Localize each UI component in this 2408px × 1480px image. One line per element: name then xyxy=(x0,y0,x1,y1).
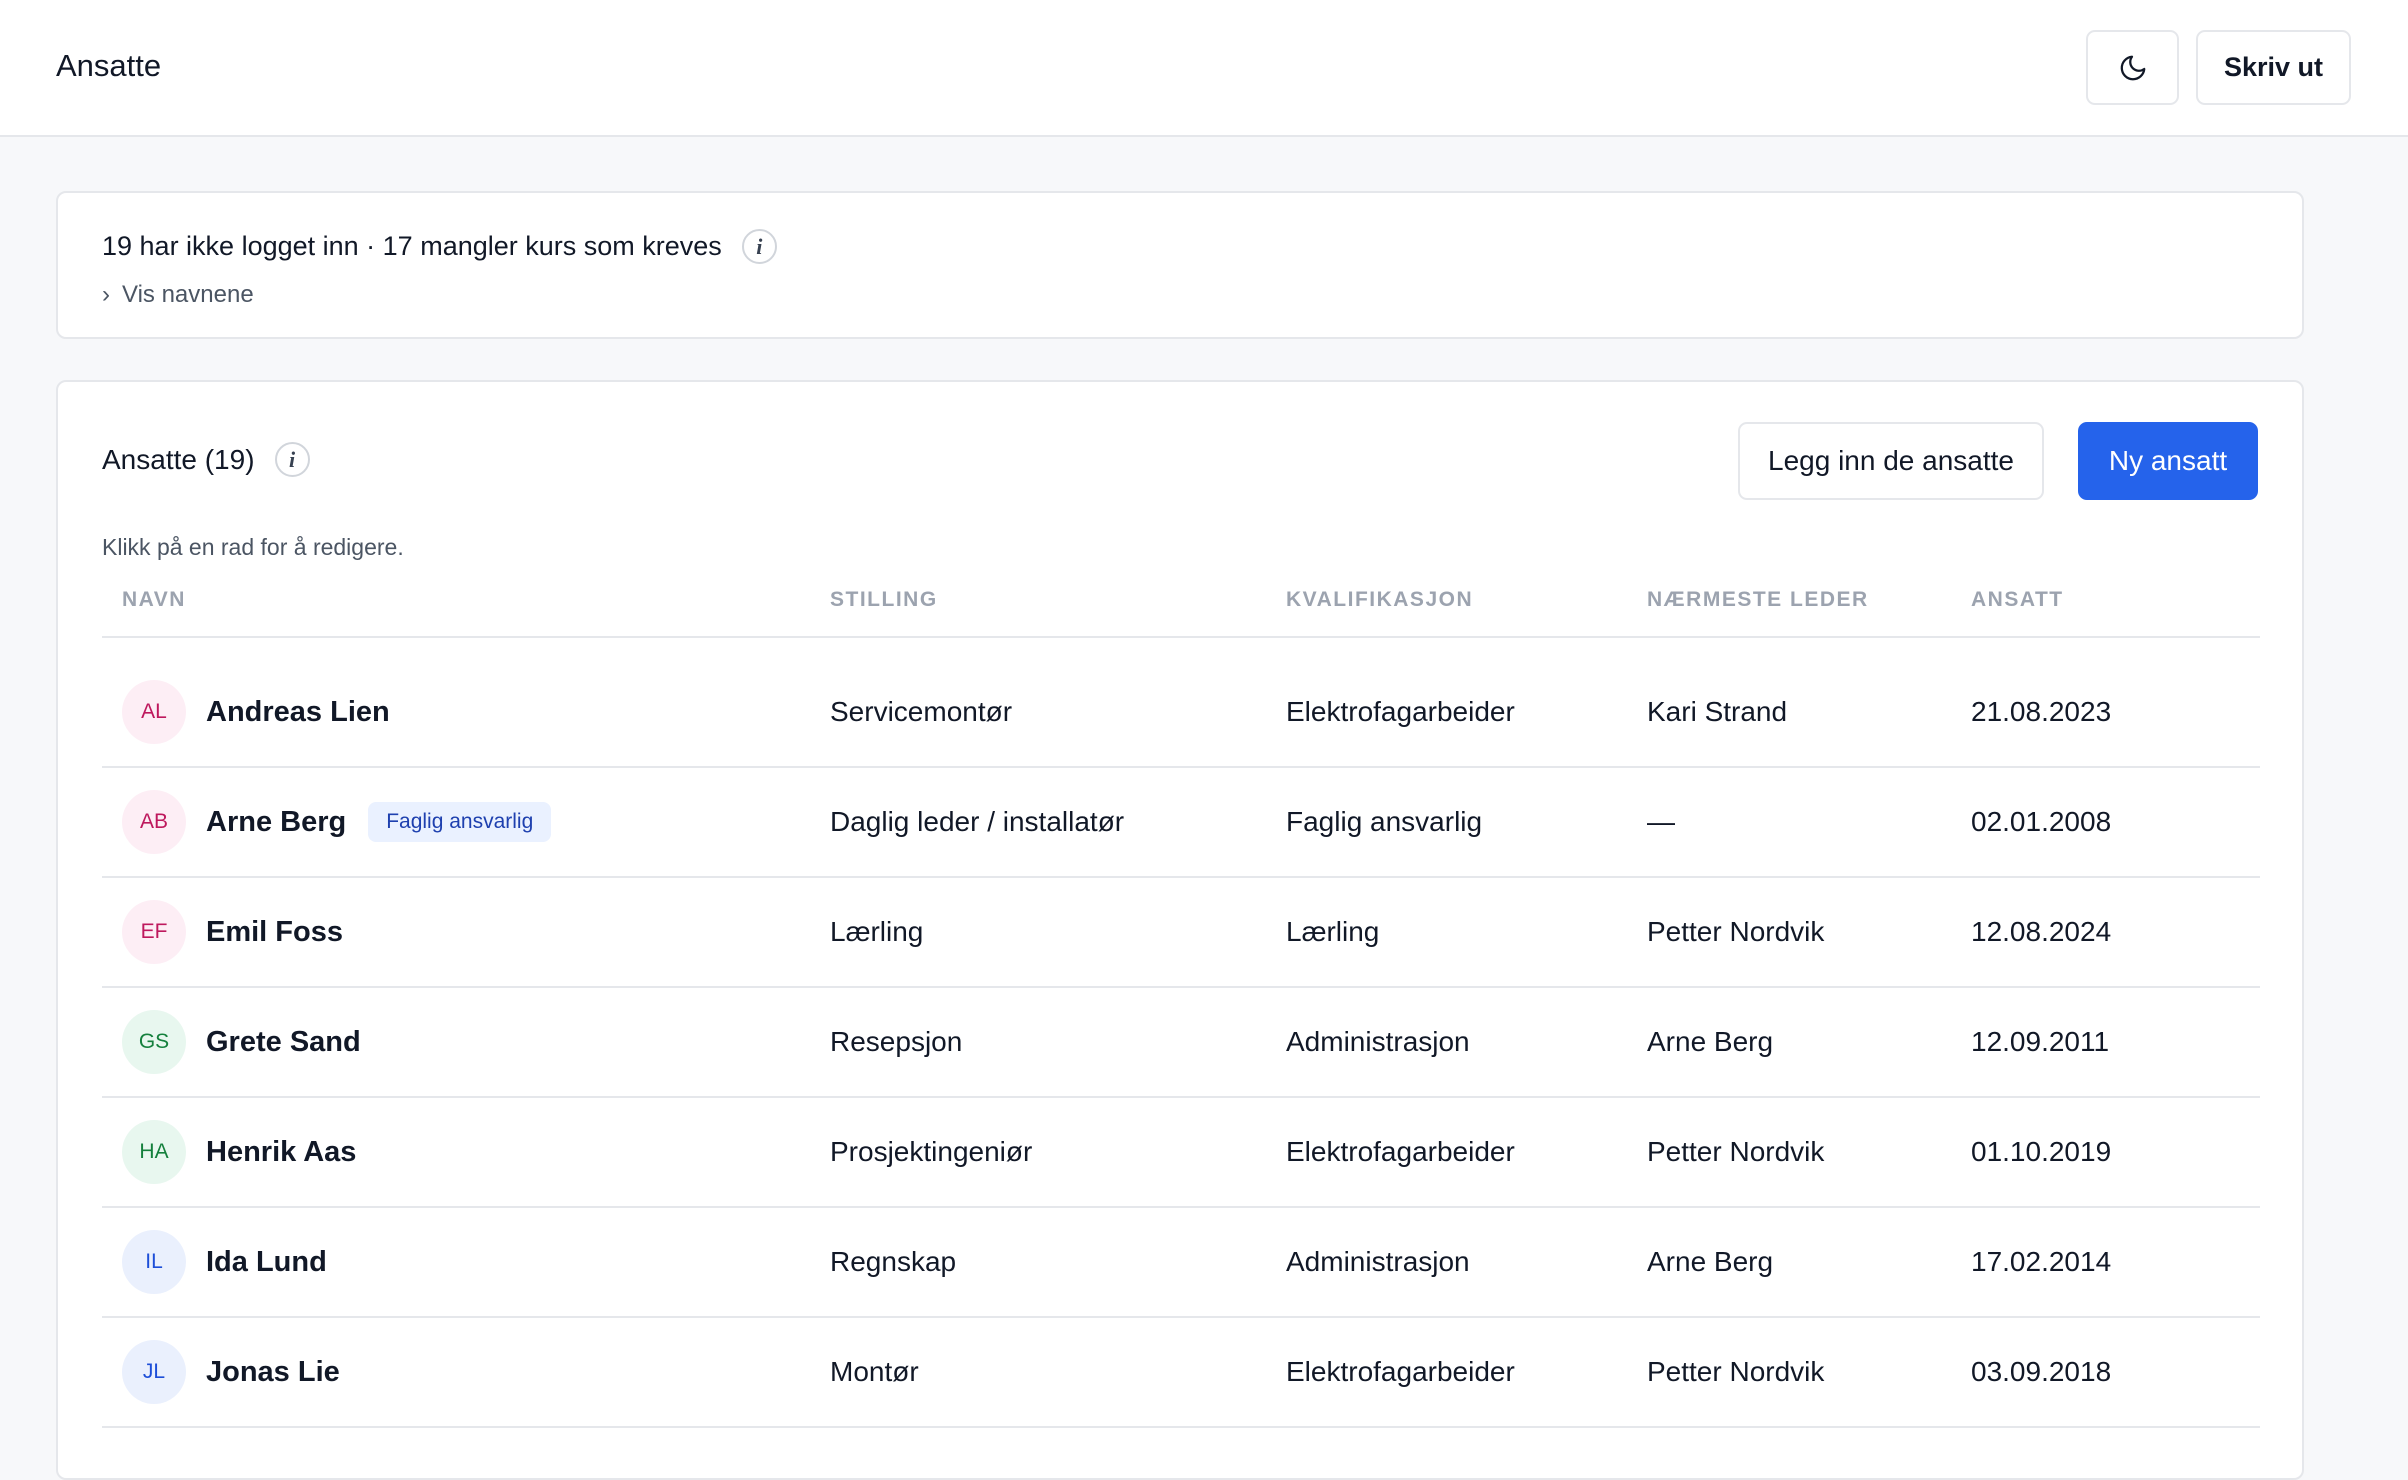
employee-name: Andreas Lien xyxy=(206,695,390,728)
hired-date-cell: 12.08.2024 xyxy=(1971,916,2112,947)
column-header-name[interactable]: NAVN xyxy=(122,588,186,612)
avatar: JL xyxy=(122,1340,186,1404)
hired-date-cell: 02.01.2008 xyxy=(1971,806,2112,837)
info-icon[interactable]: i xyxy=(274,442,310,477)
show-names-label: Vis navnene xyxy=(122,281,254,308)
position-cell: Daglig leder / installatør xyxy=(830,806,1125,837)
summary-text: 19 har ikke logget inn · 17 mangler kurs… xyxy=(102,231,722,261)
print-button[interactable]: Skriv ut xyxy=(2196,30,2351,105)
position-cell: Resepsjon xyxy=(830,1026,963,1057)
table-row[interactable]: GS Grete Sand Resepsjon Administrasjon A… xyxy=(102,988,2260,1098)
moon-icon xyxy=(2120,55,2145,80)
bulk-add-employees-button[interactable]: Legg inn de ansatte xyxy=(1738,422,2044,500)
qualification-cell: Elektrofagarbeider xyxy=(1286,1356,1515,1387)
table-row[interactable]: AL Andreas Lien Servicemontør Elektrofag… xyxy=(102,658,2260,768)
column-header-manager[interactable]: NÆRMESTE LEDER xyxy=(1647,588,1869,612)
position-cell: Montør xyxy=(830,1356,919,1387)
info-icon[interactable]: i xyxy=(741,229,777,264)
qualification-cell: Lærling xyxy=(1286,916,1380,947)
employees-title-row: Ansatte (19) i xyxy=(102,442,310,477)
employee-name: Emil Foss xyxy=(206,915,343,948)
employees-card: Ansatte (19) i Legg inn de ansatte Ny an… xyxy=(56,380,2304,1480)
avatar: IL xyxy=(122,1230,186,1294)
employee-name: Grete Sand xyxy=(206,1025,361,1058)
employees-title: Ansatte (19) xyxy=(102,443,255,475)
column-header-position[interactable]: STILLING xyxy=(830,588,938,612)
table-row[interactable]: AB Arne Berg Faglig ansvarlig Daglig led… xyxy=(102,768,2260,878)
employee-name: Jonas Lie xyxy=(206,1355,340,1388)
column-header-hired[interactable]: ANSATT xyxy=(1971,588,2064,612)
new-employee-button[interactable]: Ny ansatt xyxy=(2078,422,2258,500)
summary-line: 19 har ikke logget inn · 17 mangler kurs… xyxy=(102,229,777,264)
qualification-cell: Elektrofagarbeider xyxy=(1286,1136,1515,1167)
qualification-cell: Faglig ansvarlig xyxy=(1286,806,1483,837)
position-cell: Regnskap xyxy=(830,1246,957,1277)
hired-date-cell: 01.10.2019 xyxy=(1971,1136,2112,1167)
table-row[interactable]: HA Henrik Aas Prosjektingeniør Elektrofa… xyxy=(102,1098,2260,1208)
position-cell: Prosjektingeniør xyxy=(830,1136,1033,1167)
avatar: AB xyxy=(122,790,186,854)
employee-name-cell: Henrik Aas xyxy=(206,1098,356,1206)
hired-date-cell: 03.09.2018 xyxy=(1971,1356,2112,1387)
employee-name-cell: Emil Foss xyxy=(206,878,343,986)
avatar: AL xyxy=(122,680,186,744)
table-row[interactable]: EF Emil Foss Lærling Lærling Petter Nord… xyxy=(102,878,2260,988)
avatar: EF xyxy=(122,900,186,964)
hired-date-cell: 12.09.2011 xyxy=(1971,1026,2110,1057)
employee-name-cell: Jonas Lie xyxy=(206,1318,340,1426)
show-names-toggle[interactable]: › Vis navnene xyxy=(102,281,254,309)
employee-name: Ida Lund xyxy=(206,1245,327,1278)
manager-cell: Arne Berg xyxy=(1647,1026,1774,1057)
edit-hint: Klikk på en rad for å redigere. xyxy=(102,534,404,560)
top-bar: Ansatte Skriv ut xyxy=(0,0,2408,137)
column-header-qualification[interactable]: KVALIFIKASJON xyxy=(1286,588,1473,612)
employee-name: Arne Berg xyxy=(206,805,347,838)
position-cell: Lærling xyxy=(830,916,924,947)
employee-name-cell: Grete Sand xyxy=(206,988,361,1096)
manager-cell: Petter Nordvik xyxy=(1647,1356,1825,1387)
avatar: HA xyxy=(122,1120,186,1184)
responsible-badge: Faglig ansvarlig xyxy=(368,802,552,842)
employee-name-cell: Andreas Lien xyxy=(206,658,390,766)
manager-cell: Kari Strand xyxy=(1647,696,1788,727)
table-row[interactable]: IL Ida Lund Regnskap Administrasjon Arne… xyxy=(102,1208,2260,1318)
qualification-cell: Administrasjon xyxy=(1286,1026,1470,1057)
hired-date-cell: 17.02.2014 xyxy=(1971,1246,2112,1277)
manager-cell: Petter Nordvik xyxy=(1647,916,1825,947)
employee-name-cell: Ida Lund xyxy=(206,1208,327,1316)
manager-cell: — xyxy=(1647,806,1675,837)
hired-date-cell: 21.08.2023 xyxy=(1971,696,2112,727)
position-cell: Servicemontør xyxy=(830,696,1013,727)
manager-cell: Arne Berg xyxy=(1647,1246,1774,1277)
table-body: AL Andreas Lien Servicemontør Elektrofag… xyxy=(102,658,2260,1428)
summary-card: 19 har ikke logget inn · 17 mangler kurs… xyxy=(56,191,2304,339)
qualification-cell: Administrasjon xyxy=(1286,1246,1470,1277)
chevron-right-icon: › xyxy=(102,281,110,308)
manager-cell: Petter Nordvik xyxy=(1647,1136,1825,1167)
table-header: NAVN STILLING KVALIFIKASJON NÆRMESTE LED… xyxy=(102,588,2260,638)
theme-toggle-button[interactable] xyxy=(2086,30,2179,105)
avatar: GS xyxy=(122,1010,186,1074)
qualification-cell: Elektrofagarbeider xyxy=(1286,696,1515,727)
table-row[interactable]: JL Jonas Lie Montør Elektrofagarbeider P… xyxy=(102,1318,2260,1428)
page-title: Ansatte xyxy=(56,48,162,83)
employee-name-cell: Arne Berg Faglig ansvarlig xyxy=(206,768,552,876)
employee-name: Henrik Aas xyxy=(206,1135,357,1168)
